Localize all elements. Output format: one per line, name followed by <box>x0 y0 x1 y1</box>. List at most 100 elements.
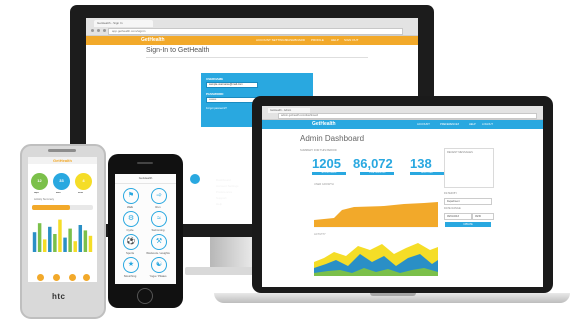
reload-icon[interactable] <box>103 29 106 32</box>
footer-link[interactable]: Dashboard <box>216 178 231 182</box>
filter-select[interactable]: Department <box>444 198 492 205</box>
chart-label: USER GROWTH <box>314 183 334 186</box>
stat-circle[interactable]: 4 <box>75 173 92 190</box>
username-label: USERNAME <box>206 77 224 81</box>
bar <box>73 241 77 252</box>
app-title: GetHealth <box>115 174 176 184</box>
site-logo[interactable]: GetHealth <box>141 37 165 44</box>
password-label: PASSWORD <box>206 92 224 96</box>
footer-link[interactable]: Support <box>216 196 227 200</box>
summary-label: SUMMARY FOR THIS PERIOD <box>300 149 337 152</box>
bar <box>48 226 52 252</box>
footer-link[interactable]: Help <box>216 202 222 206</box>
swim-icon[interactable]: ≈ <box>151 211 167 227</box>
activity-label: Sports <box>125 251 135 255</box>
back-icon[interactable] <box>91 29 94 32</box>
stat-value: 4 <box>82 178 85 183</box>
bar <box>88 235 93 252</box>
activity-bar-chart <box>32 219 93 252</box>
activity-label: Cycle <box>126 228 134 232</box>
browser-tab[interactable]: GetHealth - Sign In <box>94 20 153 27</box>
activity-label: Workouts / weights <box>146 251 170 255</box>
nav-item[interactable]: HELP <box>469 122 476 127</box>
stat-caption: TOTAL SESSIONS <box>360 172 394 175</box>
yoga-icon[interactable]: ☯ <box>151 257 167 273</box>
forward-icon[interactable] <box>97 29 100 32</box>
date-to-field[interactable]: 09/30 <box>472 213 494 220</box>
nav-item[interactable]: SIGN OUT <box>344 38 359 43</box>
cycle-icon[interactable]: ⚙ <box>123 211 139 227</box>
summary-label: Activity Summary <box>34 198 55 201</box>
speaker-grille <box>48 149 76 152</box>
action-button[interactable] <box>53 274 60 281</box>
stat-total-sessions: 86,072 <box>353 156 393 171</box>
address-bar[interactable]: app.gethealth.com/signin <box>108 28 403 35</box>
action-button[interactable] <box>83 274 90 281</box>
site-header: GetHealth ACCOUNT PREFERENCES HELP LOGOU… <box>262 120 543 129</box>
address-bar[interactable]: admin.gethealth.com/dashboard <box>278 113 537 119</box>
date-from-field[interactable]: 09/01/2013 <box>444 213 472 220</box>
laptop-screen: GetHealth - Admin admin.gethealth.com/da… <box>262 106 543 287</box>
browser-chrome: GetHealth - Admin admin.gethealth.com/da… <box>262 106 543 120</box>
nav-item[interactable]: ACCOUNT <box>417 122 430 127</box>
forgot-password-link[interactable]: Forgot password? <box>206 107 227 110</box>
messages-panel: RECENT MESSAGES <box>444 148 494 188</box>
bar <box>58 219 62 252</box>
blue-dot-icon <box>190 174 200 184</box>
nav-item[interactable]: DASHBOARD <box>286 38 305 43</box>
action-button[interactable] <box>37 274 44 281</box>
nav-item[interactable]: ACCOUNT SETTINGS <box>256 38 287 43</box>
laptop-notch <box>370 293 416 296</box>
app-title: GetHealth <box>28 157 97 164</box>
nav-item[interactable]: LOGOUT <box>482 122 493 127</box>
weights-icon[interactable]: ⚒ <box>151 234 167 250</box>
bar <box>32 232 37 252</box>
htc-screen: GetHealth 12 33 4 steps miles hours Acti… <box>28 157 97 282</box>
nav-item[interactable]: PREFERENCES <box>440 122 459 127</box>
stretch-icon[interactable]: ★ <box>123 257 139 273</box>
growth-area <box>314 202 438 227</box>
footer-link[interactable]: Preferences <box>216 190 232 194</box>
action-button[interactable] <box>69 274 76 281</box>
browser-chrome: GetHealth - Sign In app.gethealth.com/si… <box>86 18 418 36</box>
stat-new-today: 138 <box>410 156 432 171</box>
password-field[interactable]: •••••••• <box>206 97 258 103</box>
username-field[interactable]: sample.username@mail.com <box>206 82 258 88</box>
stat-caption: hours <box>78 192 84 194</box>
growth-chart <box>314 202 438 228</box>
sports-icon[interactable]: ⚽ <box>123 234 139 250</box>
iphone-screen: GetHealth ⚑ Walk ➾ Run ⚙ Cycle ≈ Swimmin… <box>115 174 176 284</box>
nav-item[interactable]: PROFILE <box>311 38 324 43</box>
activity-label: Stretching <box>123 274 137 278</box>
activity-label: Run <box>155 205 161 209</box>
nav-item[interactable]: HELP <box>331 38 339 43</box>
stat-circle[interactable]: 33 <box>53 173 70 190</box>
stat-caption: miles <box>56 192 61 194</box>
footer-link[interactable]: Account Settings <box>216 184 239 188</box>
stat-active-users: 1205 <box>312 156 341 171</box>
home-button[interactable] <box>137 288 153 304</box>
page-title: Sign-In to GetHealth <box>146 47 210 54</box>
stat-caption: steps <box>34 192 39 194</box>
site-logo[interactable]: GetHealth <box>312 121 336 128</box>
bar <box>78 225 83 252</box>
walk-icon[interactable]: ⚑ <box>123 188 139 204</box>
bar <box>68 228 72 252</box>
divider <box>146 57 368 58</box>
bar <box>63 237 67 252</box>
date-label: DATE RANGE <box>444 207 461 210</box>
chart-label: ACTIVITY <box>314 233 326 236</box>
stat-value: 12 <box>37 178 42 183</box>
activity-label: Walk <box>126 205 134 209</box>
filter-label: FILTER BY <box>444 192 457 195</box>
bar <box>37 223 42 252</box>
bar <box>83 230 88 252</box>
stat-circle[interactable]: 12 <box>31 173 48 190</box>
bar <box>53 234 57 252</box>
run-icon[interactable]: ➾ <box>151 188 167 204</box>
site-header: GetHealth ACCOUNT SETTINGS DASHBOARD PRO… <box>86 36 418 45</box>
stat-caption: ACTIVE USERS <box>312 172 346 175</box>
update-button[interactable]: UPDATE <box>445 222 491 227</box>
activity-label: Yoga / Pilates <box>149 274 167 278</box>
progress-fill <box>32 205 70 210</box>
